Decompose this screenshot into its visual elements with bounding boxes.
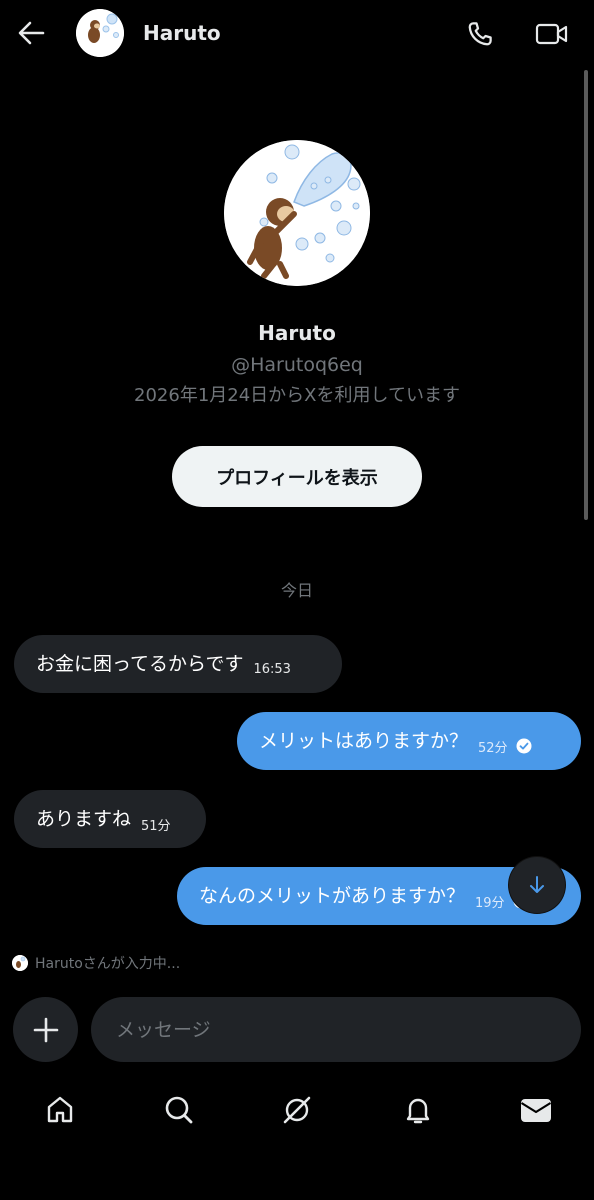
message-bubble-outgoing[interactable]: メリットはありますか？ 52分 — [237, 712, 581, 770]
video-call-button[interactable] — [530, 14, 574, 54]
check-circle-icon — [516, 738, 532, 754]
message-bubble-incoming[interactable]: ありますね 51分 — [14, 790, 206, 848]
nav-notifications[interactable] — [396, 1088, 440, 1132]
scroll-to-bottom-button[interactable] — [509, 857, 565, 913]
message-text: メリットはありますか？ — [259, 730, 469, 752]
search-icon — [165, 1096, 193, 1124]
add-media-button[interactable] — [13, 997, 78, 1062]
view-profile-button[interactable]: プロフィールを表示 — [172, 446, 422, 507]
profile-joined-date: 2026年1月24日からXを利用しています — [134, 385, 460, 406]
message-time: 19分 — [475, 895, 505, 911]
message-time: 16:53 — [253, 661, 291, 677]
grok-icon — [283, 1096, 311, 1124]
home-icon — [47, 1096, 73, 1123]
header-title[interactable]: Haruto — [143, 20, 221, 46]
nav-grok[interactable] — [275, 1088, 319, 1132]
mail-icon — [520, 1099, 552, 1122]
profile-avatar[interactable] — [224, 140, 370, 286]
typing-indicator-text: Harutoさんが入力中... — [35, 956, 181, 972]
scrollbar[interactable] — [584, 70, 588, 520]
avatar — [12, 955, 28, 971]
typing-indicator: Harutoさんが入力中... — [12, 953, 180, 973]
phone-icon — [468, 22, 492, 46]
nav-messages[interactable] — [514, 1088, 558, 1132]
message-input[interactable] — [91, 997, 581, 1062]
call-button[interactable] — [460, 14, 500, 54]
back-button[interactable] — [12, 14, 50, 52]
avatar[interactable] — [76, 9, 124, 57]
profile-handle: @Harutoq6eq — [231, 354, 363, 376]
arrow-down-icon — [530, 876, 544, 893]
message-text: ありますね — [36, 808, 132, 830]
date-separator: 今日 — [280, 581, 313, 600]
message-bubble-incoming[interactable]: お金に困ってるからです 16:53 — [14, 635, 342, 693]
message-time: 52分 — [478, 740, 508, 756]
arrow-left-icon — [18, 21, 45, 45]
bell-icon — [406, 1098, 430, 1124]
video-camera-icon — [535, 23, 568, 45]
message-text: なんのメリットがありますか？ — [199, 885, 466, 907]
message-time: 51分 — [141, 818, 171, 834]
nav-search[interactable] — [157, 1088, 201, 1132]
conversation-header: Haruto — [0, 0, 594, 66]
nav-home[interactable] — [38, 1088, 82, 1132]
plus-icon — [33, 1017, 58, 1042]
profile-name: Haruto — [258, 321, 336, 345]
message-text: お金に困ってるからです — [36, 653, 244, 675]
bottom-nav — [0, 1080, 594, 1140]
